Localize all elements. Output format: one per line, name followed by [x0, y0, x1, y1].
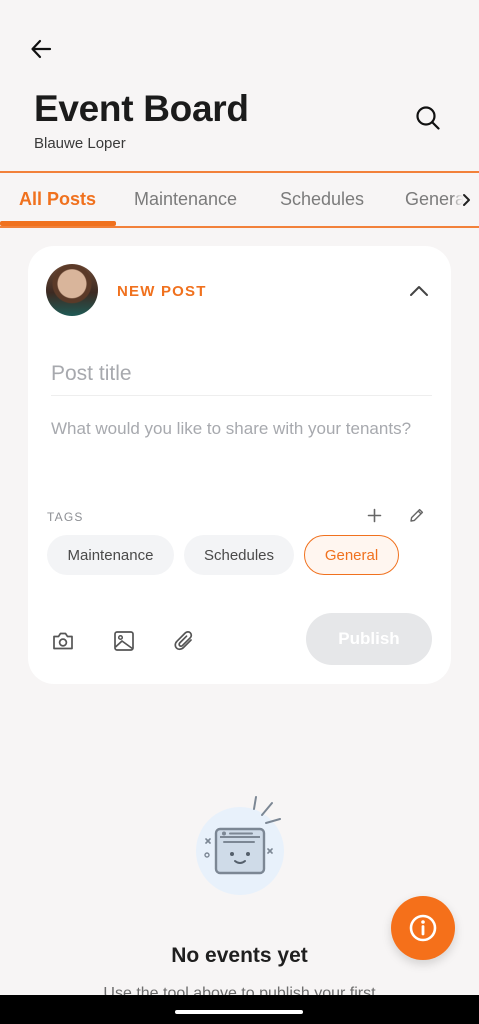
search-button[interactable]	[414, 104, 442, 132]
search-icon	[416, 106, 440, 130]
page-subtitle: Blauwe Loper	[34, 135, 126, 152]
publish-button[interactable]: Publish	[306, 613, 432, 665]
pencil-icon	[409, 508, 423, 522]
edit-tags-button[interactable]	[406, 505, 426, 525]
collapse-button[interactable]	[406, 278, 432, 304]
new-post-card: NEW POST TAGS Maintenance Schedules Gene…	[28, 246, 451, 684]
tag-chip-schedules[interactable]: Schedules	[184, 535, 294, 575]
camera-button[interactable]	[49, 627, 77, 655]
arrow-left-icon	[31, 39, 52, 59]
avatar	[46, 264, 98, 316]
back-button[interactable]	[28, 36, 54, 62]
page-title: Event Board	[34, 88, 249, 129]
tag-chip-general[interactable]: General	[304, 535, 399, 575]
home-indicator[interactable]	[175, 1010, 303, 1014]
tab-all-posts[interactable]: All Posts	[19, 173, 96, 226]
info-fab-button[interactable]	[391, 896, 455, 960]
paperclip-icon	[174, 631, 193, 651]
attach-button[interactable]	[170, 627, 198, 655]
info-icon	[409, 914, 437, 942]
tabs-scroll-right-button[interactable]	[453, 173, 479, 226]
plus-icon	[367, 508, 381, 522]
camera-icon	[53, 632, 73, 650]
tab-maintenance[interactable]: Maintenance	[134, 173, 237, 226]
add-tag-button[interactable]	[364, 505, 384, 525]
tab-schedules[interactable]: Schedules	[280, 173, 364, 226]
post-title-input[interactable]	[51, 352, 432, 396]
tab-bar: All Posts Maintenance Schedules General	[0, 171, 479, 228]
new-post-label: NEW POST	[117, 283, 207, 300]
chevron-right-icon	[463, 193, 470, 206]
tag-chip-maintenance[interactable]: Maintenance	[47, 535, 174, 575]
image-button[interactable]	[110, 627, 138, 655]
chevron-up-icon	[410, 286, 428, 296]
post-body-input[interactable]	[51, 416, 432, 476]
empty-state-illustration	[190, 795, 294, 895]
tags-label: TAGS	[47, 510, 84, 524]
image-icon	[114, 631, 134, 651]
active-tab-indicator	[0, 221, 116, 226]
